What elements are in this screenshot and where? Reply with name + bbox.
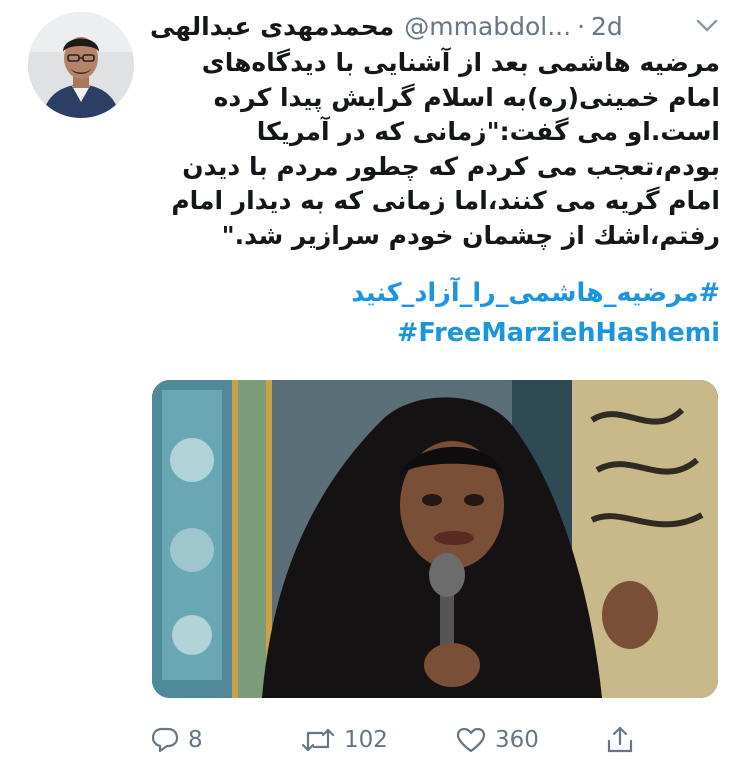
share-icon [607,726,633,753]
retweet-count: 102 [344,727,388,753]
media-photo [152,380,718,698]
author-meta: محمدمهدی عبدالهی @mmabdol... · 2d [150,12,623,41]
tweet-text-line: امام خمینی(ره)به اسلام گرایش پیدا کرده [213,82,720,112]
tweet-text-line: بودم،تعجب می کردم که چطور مردم با دیدن [182,151,720,181]
hashtag-link[interactable]: #مرضیه_هاشمی_را_آزاد_کنید [150,278,720,308]
chevron-down-icon[interactable] [694,13,720,39]
tweet-text: مرضیه هاشمی بعد از آشنایی با دیدگاه‌های … [150,46,720,253]
avatar-photo [28,12,134,118]
like-button[interactable]: 360 [455,726,605,754]
share-button[interactable] [605,725,635,755]
tweet-text-line: است.او می گفت:"زمانی که در آمریکا [256,117,720,146]
tweet-media-image[interactable] [152,380,718,698]
tweet-header: محمدمهدی عبدالهی @mmabdol... · 2d [150,6,720,46]
avatar[interactable] [28,12,134,118]
reply-count: 8 [188,727,203,753]
heart-icon [456,727,486,753]
reply-icon [151,727,179,753]
tweet-actions: 8 102 360 [150,720,710,760]
meta-separator: · [577,11,586,41]
tweet-text-line: رفتم،اشك از چشمان خودم سرازیر شد." [221,220,720,250]
author-handle[interactable]: @mmabdol... [404,12,571,41]
hashtag-link[interactable]: #FreeMarziehHashemi [150,318,720,348]
tweet-text-line: مرضیه هاشمی بعد از آشنایی با دیدگاه‌های [201,48,720,77]
retweet-button[interactable]: 102 [300,726,455,754]
tweet-timestamp[interactable]: 2d [591,12,623,41]
reply-button[interactable]: 8 [150,726,300,754]
like-count: 360 [495,727,539,753]
author-name[interactable]: محمدمهدی عبدالهی [150,12,394,41]
retweet-icon [301,728,335,752]
tweet-text-line: امام گریه می کنند،اما زمانی که به دیدار … [171,186,720,215]
